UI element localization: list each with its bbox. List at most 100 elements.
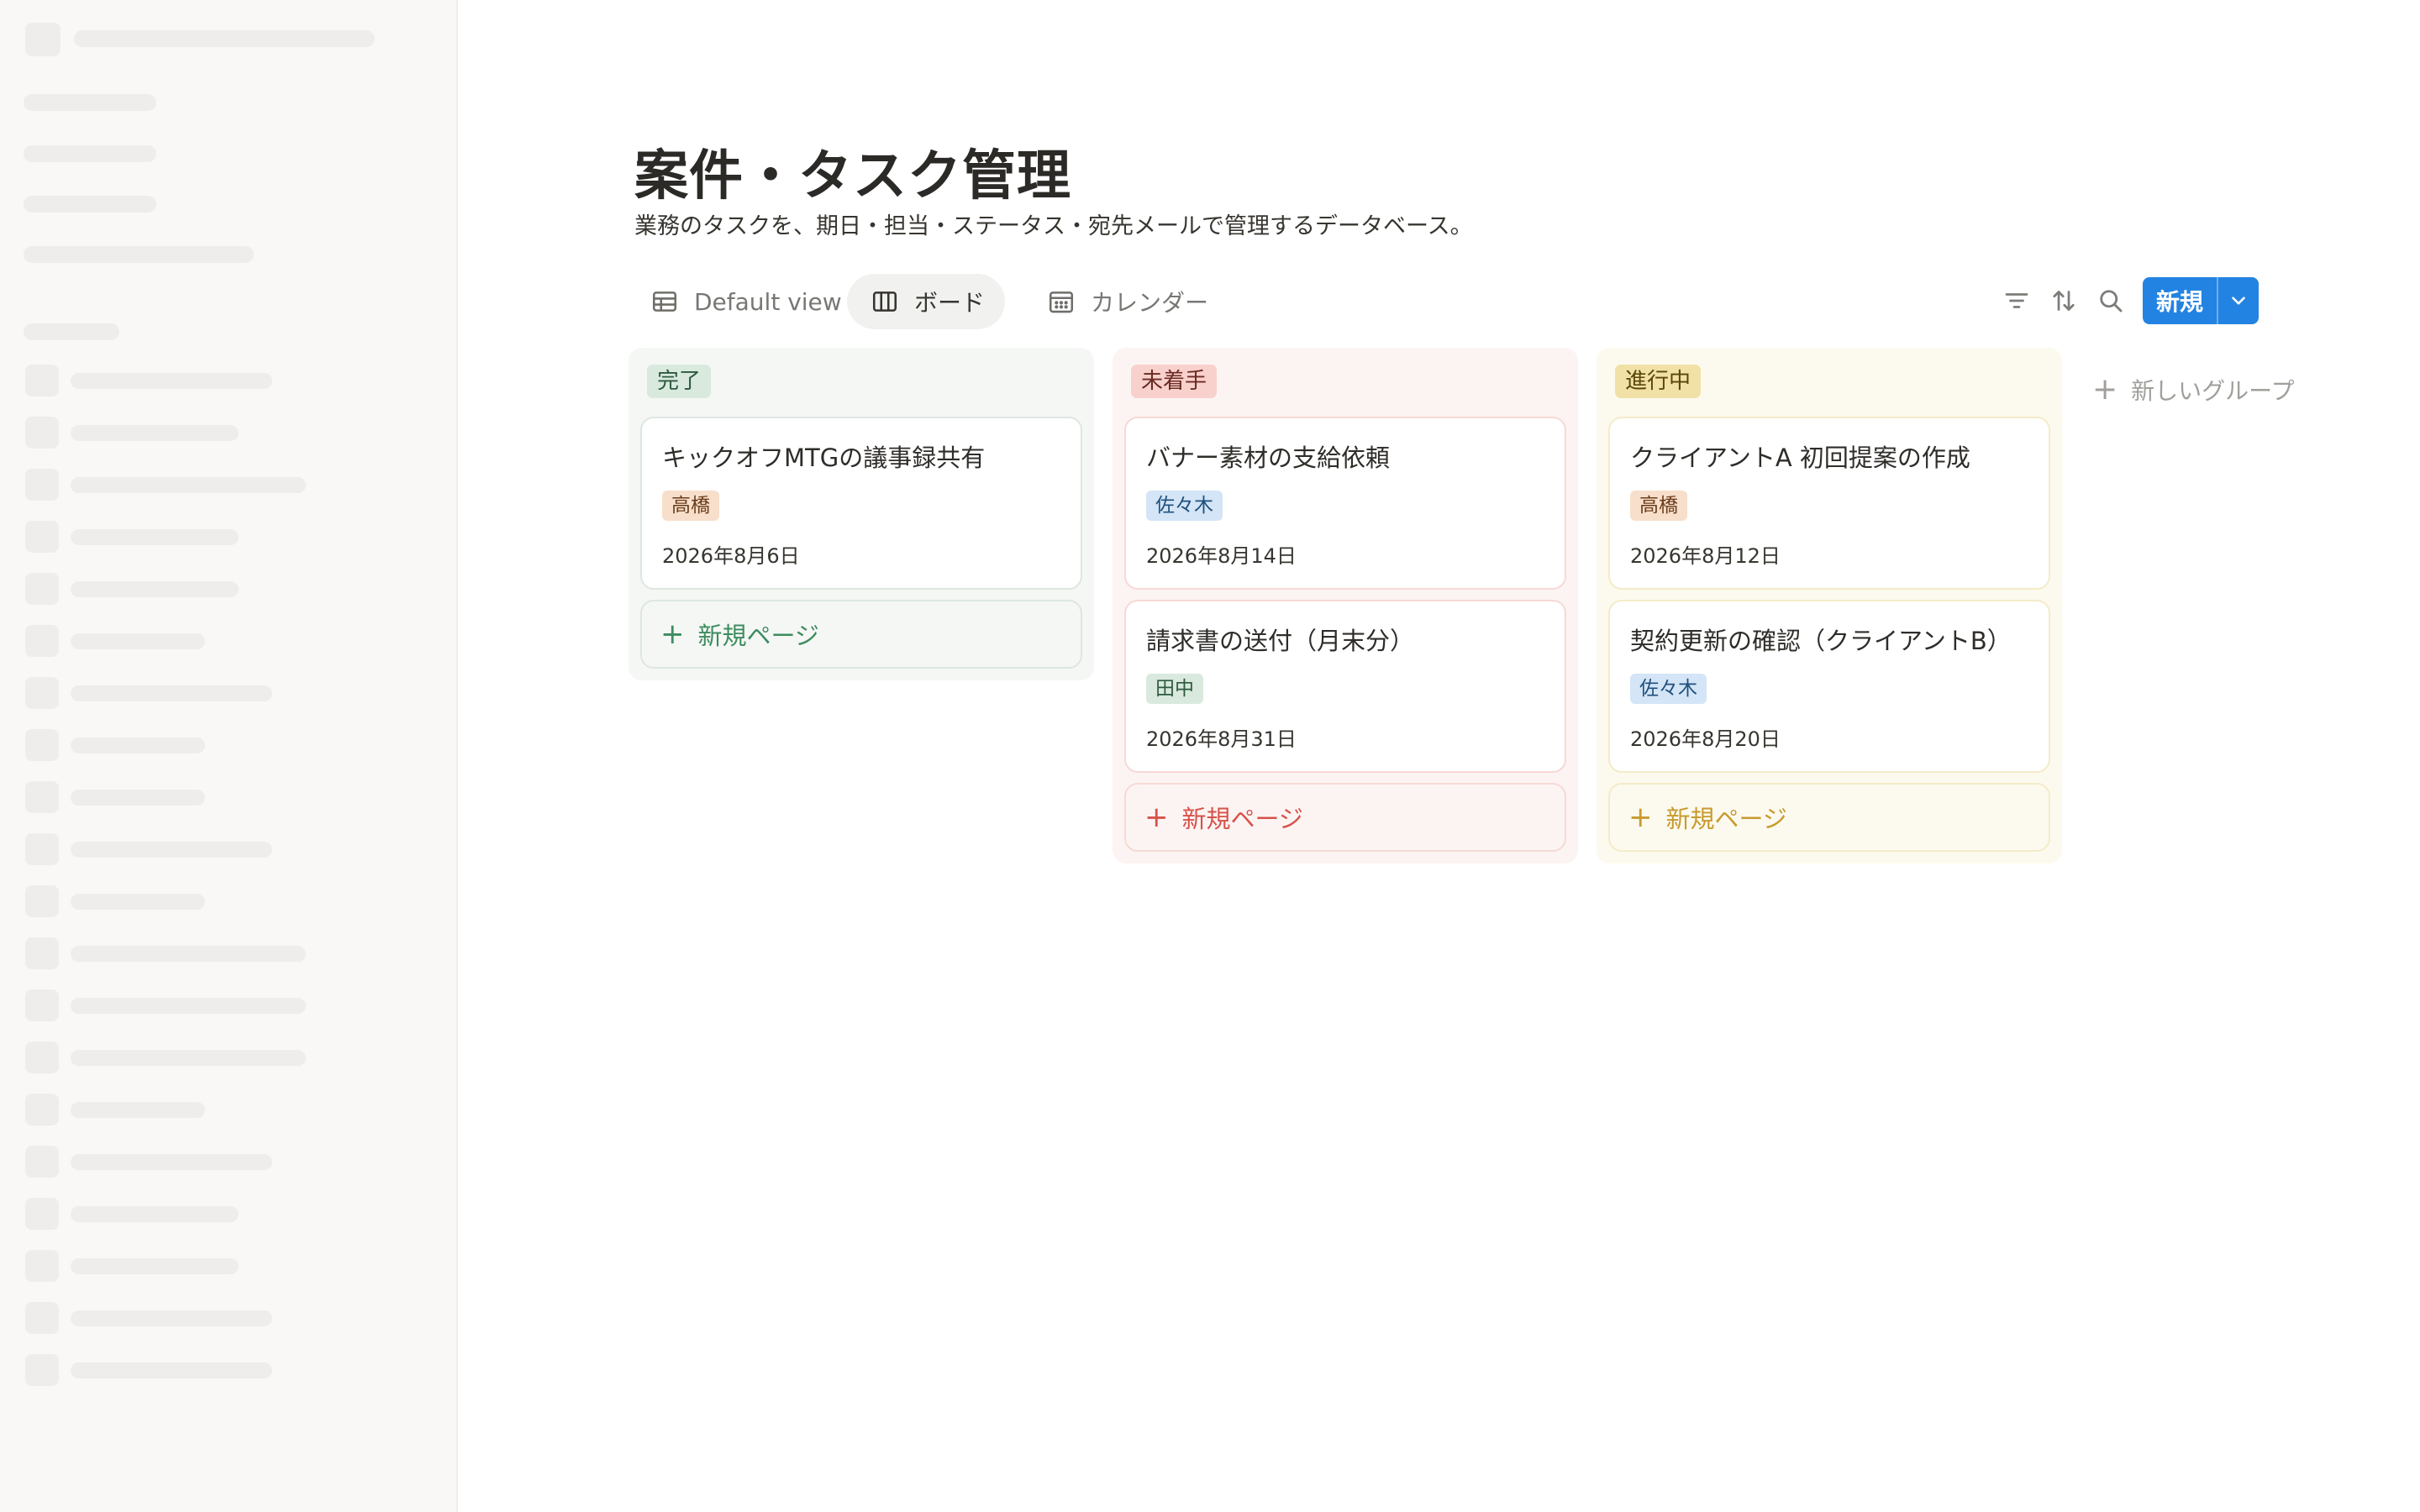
add-page-label: 新規ページ [697, 622, 819, 650]
board-card[interactable]: クライアントA 初回提案の作成 高橋 2026年8月12日 [1608, 417, 2050, 590]
nav-placeholder [24, 196, 156, 213]
page-icon-placeholder [25, 469, 59, 501]
card-title: 請求書の送付（月末分） [1146, 627, 1415, 655]
tab-calendar[interactable]: カレンダー [1028, 274, 1228, 329]
assignee-tag: 高橋 [662, 491, 719, 521]
chevron-down-icon [2232, 297, 2245, 305]
page-icon-placeholder [25, 625, 59, 657]
board-group-done: 完了 キックオフMTGの議事録共有 高橋 2026年8月6日 + 新規ページ [629, 348, 1094, 680]
add-page-button[interactable]: + 新規ページ [1608, 783, 2050, 852]
page-title-placeholder [71, 1258, 239, 1274]
tab-label: ボード [914, 289, 986, 317]
new-button-dropdown[interactable] [2218, 277, 2259, 324]
add-page-button[interactable]: + 新規ページ [640, 600, 1082, 669]
plus-icon: + [1144, 801, 1169, 834]
page-icon-placeholder [25, 885, 59, 917]
assignee-tag: 佐々木 [1146, 491, 1223, 521]
new-button[interactable]: 新規 [2143, 277, 2259, 324]
card-title: 契約更新の確認（クライアントB） [1630, 627, 2012, 655]
board-card[interactable]: キックオフMTGの議事録共有 高橋 2026年8月6日 [640, 417, 1082, 590]
page-title-placeholder [71, 998, 306, 1014]
page-title: 案件・タスク管理 [634, 145, 1071, 207]
assignee-tag: 田中 [1146, 674, 1203, 704]
page-title-placeholder [71, 477, 306, 493]
tab-label: カレンダー [1091, 289, 1209, 317]
page-icon-placeholder [25, 1198, 59, 1230]
new-button-label[interactable]: 新規 [2143, 277, 2218, 324]
board-group-in-progress: 進行中 クライアントA 初回提案の作成 高橋 2026年8月12日 契約更新の確… [1597, 348, 2062, 864]
page-icon-placeholder [25, 365, 59, 396]
page-title-placeholder [71, 1310, 272, 1326]
page-title-placeholder [71, 1206, 239, 1222]
add-page-button[interactable]: + 新規ページ [1124, 783, 1566, 852]
nav-placeholder [24, 145, 156, 162]
page-title-placeholder [71, 1154, 272, 1170]
page-title-placeholder [71, 1050, 306, 1066]
board-card[interactable]: バナー素材の支給依頼 佐々木 2026年8月14日 [1124, 417, 1566, 590]
page-title-placeholder [71, 529, 239, 545]
status-badge[interactable]: 未着手 [1131, 365, 1218, 398]
new-group-button[interactable]: + 新しいグループ [2092, 373, 2295, 407]
status-badge[interactable]: 完了 [647, 365, 712, 398]
page-title-placeholder [71, 842, 272, 858]
card-title: バナー素材の支給依頼 [1146, 444, 1391, 472]
page-icon-placeholder [25, 573, 59, 605]
card-date: 2026年8月12日 [1630, 544, 1781, 568]
board-icon [872, 291, 897, 312]
tab-board[interactable]: ボード [847, 274, 1006, 329]
page-icon-placeholder [25, 990, 59, 1021]
page-icon-placeholder [25, 417, 59, 449]
page-icon-placeholder [25, 937, 59, 969]
page-title-placeholder [71, 946, 306, 962]
page-title-placeholder [71, 373, 272, 389]
workspace-avatar-placeholder [25, 23, 60, 56]
page-title-placeholder [71, 581, 239, 597]
page-icon-placeholder [25, 729, 59, 761]
assignee-tag: 佐々木 [1630, 674, 1707, 704]
sidebar [0, 0, 458, 1512]
card-title: クライアントA 初回提案の作成 [1630, 444, 1970, 472]
page-icon-placeholder [25, 1094, 59, 1126]
nav-placeholder [24, 246, 254, 263]
page-title-placeholder [71, 790, 205, 806]
nav-placeholder [24, 94, 156, 111]
plus-icon: + [660, 617, 685, 651]
tab-label: Default view [694, 287, 842, 316]
plus-icon: + [2092, 372, 2118, 407]
page-title-placeholder [71, 738, 205, 753]
card-title: キックオフMTGの議事録共有 [662, 444, 986, 472]
page-icon-placeholder [25, 1042, 59, 1074]
search-icon[interactable] [2096, 286, 2126, 316]
page-title-placeholder [71, 1102, 205, 1118]
page-title-placeholder [71, 425, 239, 441]
filter-icon[interactable] [2002, 286, 2032, 316]
sort-icon[interactable] [2049, 286, 2079, 316]
card-date: 2026年8月6日 [662, 544, 800, 568]
page-icon-placeholder [25, 677, 59, 709]
page-title-placeholder [71, 1362, 272, 1378]
card-date: 2026年8月14日 [1146, 544, 1297, 568]
new-group-label: 新しいグループ [2131, 377, 2295, 405]
page-icon-placeholder [25, 1146, 59, 1178]
page-title-placeholder [71, 685, 272, 701]
section-header-placeholder [24, 323, 119, 340]
page-icon-placeholder [25, 1250, 59, 1282]
board-group-todo: 未着手 バナー素材の支給依頼 佐々木 2026年8月14日 請求書の送付（月末分… [1113, 348, 1578, 864]
page-icon-placeholder [25, 833, 59, 865]
board-card[interactable]: 請求書の送付（月末分） 田中 2026年8月31日 [1124, 600, 1566, 773]
add-page-label: 新規ページ [1181, 805, 1303, 833]
page-icon-placeholder [25, 1354, 59, 1386]
add-page-label: 新規ページ [1665, 805, 1787, 833]
assignee-tag: 高橋 [1630, 491, 1687, 521]
page-icon-placeholder [25, 521, 59, 553]
page-icon-placeholder [25, 1302, 59, 1334]
board-card[interactable]: 契約更新の確認（クライアントB） 佐々木 2026年8月20日 [1608, 600, 2050, 773]
page-icon-placeholder [25, 781, 59, 813]
page-description: 業務のタスクを、期日・担当・ステータス・宛先メールで管理するデータベース。 [634, 213, 1473, 239]
status-badge[interactable]: 進行中 [1615, 365, 1702, 398]
tab-default-view[interactable]: Default view [639, 274, 862, 329]
plus-icon: + [1628, 801, 1653, 834]
card-date: 2026年8月20日 [1630, 727, 1781, 751]
calendar-icon [1049, 291, 1074, 313]
table-icon [652, 291, 677, 312]
